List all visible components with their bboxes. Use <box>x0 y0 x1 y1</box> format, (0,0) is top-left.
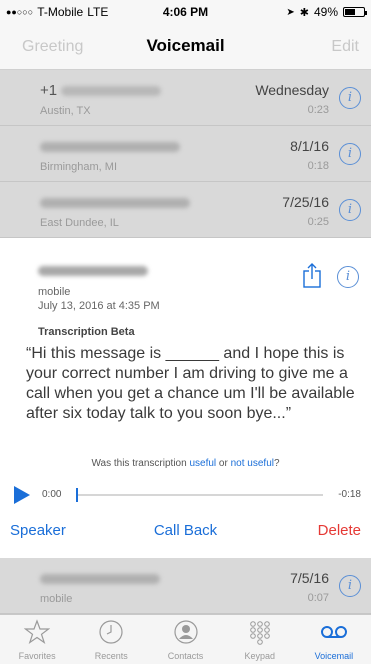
voicemail-row[interactable]: +1 Austin, TX Wednesday 0:23 i <box>0 70 371 126</box>
transcription-header: Transcription Beta <box>38 326 135 338</box>
voicemail-icon <box>320 626 347 638</box>
tab-label: Favorites <box>18 651 56 661</box>
caller-location: Austin, TX <box>40 105 91 117</box>
voicemail-date: 7/25/16 <box>282 194 329 210</box>
expanded-voicemail: mobile July 13, 2016 at 4:35 PM i Transc… <box>0 248 371 558</box>
share-icon[interactable] <box>301 262 323 288</box>
voicemail-duration: 0:18 <box>307 160 329 172</box>
scrubber-track[interactable] <box>78 494 323 496</box>
voicemail-timestamp: July 13, 2016 at 4:35 PM <box>38 300 160 312</box>
tab-contacts[interactable]: Contacts <box>148 615 222 664</box>
tab-label: Contacts <box>167 651 204 661</box>
info-icon[interactable]: i <box>339 199 361 221</box>
delete-button[interactable]: Delete <box>318 522 361 539</box>
phone-label: mobile <box>40 593 73 605</box>
redacted-name <box>40 574 160 585</box>
voicemail-date: Wednesday <box>255 82 329 98</box>
tab-bar: Favorites Recents Contacts Keypad Voicem… <box>0 614 371 664</box>
info-icon[interactable]: i <box>337 266 359 288</box>
redacted-number <box>61 86 162 97</box>
tab-voicemail[interactable]: Voicemail <box>297 615 371 664</box>
caller-location: Birmingham, MI <box>40 161 118 173</box>
redacted-number <box>40 198 190 209</box>
tab-label: Voicemail <box>314 651 354 661</box>
transcription-feedback: Was this transcription useful or not use… <box>91 458 280 469</box>
voicemail-actions: Speaker Call Back Delete <box>0 522 371 546</box>
bluetooth-icon: ✱ <box>299 6 309 19</box>
contact-icon <box>173 620 198 644</box>
time-remaining: -0:18 <box>338 489 361 500</box>
voicemail-date: 8/1/16 <box>290 138 329 154</box>
caller-location: East Dundee, IL <box>40 217 119 229</box>
tab-label: Keypad <box>244 651 275 661</box>
navigation-bar: Greeting Voicemail Edit <box>0 24 371 70</box>
voicemail-list-continued: mobile 7/5/16 0:07 i <box>0 558 371 614</box>
keypad-icon <box>249 621 270 645</box>
redacted-number <box>40 142 180 153</box>
call-back-button[interactable]: Call Back <box>0 522 371 539</box>
voicemail-row[interactable]: Birmingham, MI 8/1/16 0:18 i <box>0 126 371 182</box>
status-bar: ●●○○○ T-Mobile LTE 4:06 PM ➤ ✱ 49% <box>0 0 371 24</box>
location-icon: ➤ <box>286 6 295 18</box>
voicemail-row[interactable]: mobile 7/5/16 0:07 i <box>0 558 371 614</box>
clock-icon <box>99 620 123 644</box>
voicemail-list: +1 Austin, TX Wednesday 0:23 i Birmingha… <box>0 70 371 238</box>
redacted-name <box>38 265 148 276</box>
tab-keypad[interactable]: Keypad <box>223 615 297 664</box>
play-icon[interactable] <box>14 486 30 504</box>
voicemail-duration: 0:07 <box>307 592 329 604</box>
info-icon[interactable]: i <box>339 87 361 109</box>
voicemail-row[interactable]: East Dundee, IL 7/25/16 0:25 i <box>0 182 371 238</box>
time-elapsed: 0:00 <box>42 489 62 500</box>
info-icon[interactable]: i <box>339 143 361 165</box>
transcription-text: “Hi this message is ______ and I hope th… <box>26 345 355 422</box>
voicemail-date: 7/5/16 <box>290 570 329 586</box>
not-useful-link[interactable]: not useful <box>231 458 274 469</box>
star-icon <box>24 619 51 645</box>
tab-recents[interactable]: Recents <box>74 615 148 664</box>
edit-button[interactable]: Edit <box>331 38 359 56</box>
caller-number: +1 <box>40 82 58 99</box>
caller-name <box>38 262 148 280</box>
audio-player: 0:00 -0:18 <box>0 484 371 506</box>
tab-label: Recents <box>94 651 128 661</box>
useful-link[interactable]: useful <box>189 458 216 469</box>
tab-favorites[interactable]: Favorites <box>0 615 74 664</box>
battery-percent: 49% <box>313 5 338 19</box>
phone-label: mobile <box>38 286 71 298</box>
voicemail-duration: 0:23 <box>307 104 329 116</box>
battery-icon <box>343 7 367 17</box>
info-icon[interactable]: i <box>339 575 361 597</box>
page-title: Voicemail <box>146 36 225 55</box>
voicemail-duration: 0:25 <box>307 216 329 228</box>
